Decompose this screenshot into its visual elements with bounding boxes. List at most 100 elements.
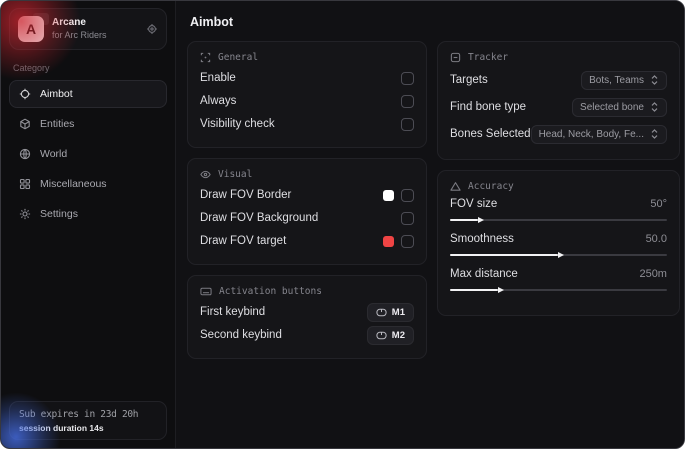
gear-icon — [19, 208, 31, 220]
activation-buttons-card: Activation buttons First keybind M1 — [187, 275, 427, 359]
sidebar-item-world[interactable]: World — [9, 140, 167, 168]
sidebar-item-label: Settings — [40, 208, 78, 220]
mouse-icon — [376, 331, 387, 340]
slider-fill[interactable] — [450, 254, 558, 256]
setting-label: Find bone type — [450, 101, 526, 113]
setting-row-first-keybind: First keybind M1 — [200, 301, 414, 323]
page-title: Aimbot — [190, 15, 671, 29]
crosshair-icon — [19, 88, 31, 100]
slider-fill[interactable] — [450, 219, 478, 221]
right-column: Tracker Targets Bots, Teams — [437, 41, 680, 316]
tracker-card-header: Tracker — [450, 52, 667, 63]
setting-label: Targets — [450, 74, 488, 86]
app-logo: A — [18, 16, 44, 42]
main-content: Aimbot General Enable — [176, 1, 684, 448]
slider-fill[interactable] — [450, 289, 498, 291]
setting-label: Visibility check — [200, 118, 275, 130]
draw-fov-target-checkbox[interactable] — [401, 235, 414, 248]
setting-row-enable: Enable — [200, 67, 414, 89]
setting-label: Draw FOV Border — [200, 189, 291, 201]
setting-label: Draw FOV target — [200, 235, 286, 247]
app-logo-letter: A — [26, 21, 36, 37]
setting-row-draw-fov-border: Draw FOV Border — [200, 184, 414, 206]
eye-icon — [200, 169, 211, 180]
left-column: General Enable Always Visibility check — [187, 41, 427, 359]
card-title-label: Tracker — [468, 52, 508, 63]
app-window: A Arcane for Arc Riders Category — [0, 0, 685, 449]
fov-border-color-swatch[interactable] — [383, 190, 394, 201]
fov-size-slider[interactable] — [450, 219, 667, 221]
card-title-label: Activation buttons — [219, 286, 322, 297]
visibility-check-checkbox[interactable] — [401, 118, 414, 131]
general-card: General Enable Always Visibility check — [187, 41, 427, 148]
sidebar-item-label: Aimbot — [40, 88, 73, 100]
sidebar-item-entities[interactable]: Entities — [9, 110, 167, 138]
setting-label: Always — [200, 95, 236, 107]
subscription-expiry: Sub expires in 23d 20h — [19, 409, 157, 420]
app-name: Arcane — [52, 17, 138, 30]
slider-label: Max distance — [450, 268, 518, 280]
card-title-label: General — [218, 52, 258, 63]
sidebar-item-label: Miscellaneous — [40, 178, 107, 190]
bones-selected-dropdown[interactable]: Head, Neck, Body, Fe... — [531, 125, 667, 144]
gear-icon[interactable] — [146, 23, 158, 35]
setting-label: Second keybind — [200, 329, 282, 341]
setting-row-always: Always — [200, 90, 414, 112]
sidebar-item-settings[interactable]: Settings — [9, 200, 167, 228]
card-title-label: Accuracy — [468, 181, 514, 192]
chevrons-up-down-icon — [650, 129, 659, 139]
setting-label: Bones Selected — [450, 128, 531, 140]
find-bone-type-dropdown[interactable]: Selected bone — [572, 98, 667, 117]
subscription-card: Sub expires in 23d 20h session duration … — [9, 401, 167, 440]
enable-checkbox[interactable] — [401, 72, 414, 85]
general-card-header: General — [200, 52, 414, 63]
smoothness-slider-group: Smoothness 50.0 — [450, 233, 667, 256]
app-subtitle: for Arc Riders — [52, 30, 138, 41]
setting-label: First keybind — [200, 306, 265, 318]
sidebar-item-aimbot[interactable]: Aimbot — [9, 80, 167, 108]
setting-row-second-keybind: Second keybind M2 — [200, 324, 414, 346]
accuracy-card-header: Accuracy — [450, 181, 667, 192]
dropdown-value: Head, Neck, Body, Fe... — [539, 129, 644, 140]
scan-icon — [450, 52, 461, 63]
sidebar-item-label: World — [40, 148, 67, 160]
accuracy-card: Accuracy FOV size 50° Smoothness — [437, 170, 680, 316]
targets-dropdown[interactable]: Bots, Teams — [581, 71, 667, 90]
draw-fov-background-checkbox[interactable] — [401, 212, 414, 225]
sidebar-item-label: Entities — [40, 118, 74, 130]
setting-row-targets: Targets Bots, Teams — [450, 67, 667, 93]
brand-card: A Arcane for Arc Riders — [9, 8, 167, 50]
setting-row-draw-fov-background: Draw FOV Background — [200, 207, 414, 229]
session-duration: session duration 14s — [19, 423, 157, 433]
setting-row-visibility-check: Visibility check — [200, 113, 414, 135]
second-keybind-button[interactable]: M2 — [367, 326, 414, 345]
setting-label: Draw FOV Background — [200, 212, 318, 224]
slider-label: FOV size — [450, 198, 497, 210]
first-keybind-button[interactable]: M1 — [367, 303, 414, 322]
triangle-icon — [450, 181, 461, 192]
mouse-icon — [376, 308, 387, 317]
keybind-value: M1 — [392, 307, 405, 318]
sidebar-item-miscellaneous[interactable]: Miscellaneous — [9, 170, 167, 198]
draw-fov-border-checkbox[interactable] — [401, 189, 414, 202]
chevrons-up-down-icon — [650, 102, 659, 112]
grid-icon — [19, 178, 31, 190]
max-distance-slider-group: Max distance 250m — [450, 268, 667, 291]
visual-card-header: Visual — [200, 169, 414, 180]
visual-card: Visual Draw FOV Border Draw FOV Backgrou… — [187, 158, 427, 265]
fov-target-color-swatch[interactable] — [383, 236, 394, 247]
dropdown-value: Bots, Teams — [589, 75, 644, 86]
target-frame-icon — [200, 52, 211, 63]
slider-value: 50° — [650, 198, 667, 210]
always-checkbox[interactable] — [401, 95, 414, 108]
smoothness-slider[interactable] — [450, 254, 667, 256]
activation-card-header: Activation buttons — [200, 286, 414, 297]
setting-label: Enable — [200, 72, 236, 84]
chevrons-up-down-icon — [650, 75, 659, 85]
dropdown-value: Selected bone — [580, 102, 644, 113]
max-distance-slider[interactable] — [450, 289, 667, 291]
setting-row-draw-fov-target: Draw FOV target — [200, 230, 414, 252]
setting-row-find-bone-type: Find bone type Selected bone — [450, 94, 667, 120]
tracker-card: Tracker Targets Bots, Teams — [437, 41, 680, 160]
keyboard-icon — [200, 286, 212, 297]
